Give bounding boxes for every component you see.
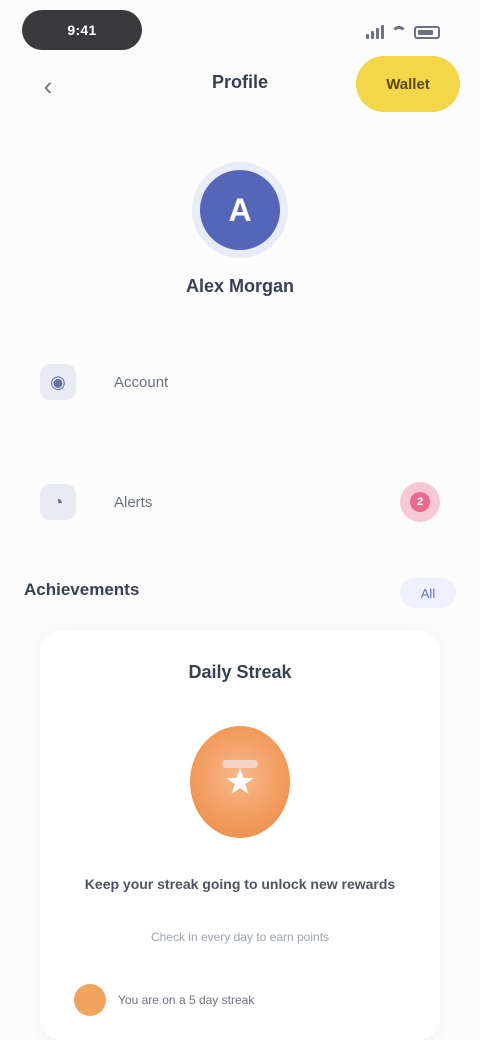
section-title: Achievements	[24, 580, 140, 599]
status-indicators	[366, 22, 440, 42]
card-subtitle: Check in every day to earn points	[150, 930, 330, 944]
trophy-icon: ★	[190, 726, 290, 838]
card-title: Daily Streak	[188, 662, 292, 682]
screen: 9:41 ‹ Profile Wallet A Alex Morgan ◉ Ac…	[0, 0, 480, 1040]
card-footer-text: You are on a 5 day streak	[118, 993, 255, 1007]
avatar[interactable]: A	[200, 170, 280, 250]
card-description: Keep your streak going to unlock new rew…	[84, 876, 396, 892]
notification-badge[interactable]: 2	[400, 482, 440, 522]
person-icon: ◉	[40, 364, 76, 400]
bell-icon: ◔	[40, 484, 76, 520]
status-time: 9:41	[67, 22, 97, 38]
see-all-button[interactable]: All	[400, 578, 456, 608]
card-footer: You are on a 5 day streak	[74, 982, 406, 1018]
wallet-button[interactable]: Wallet	[356, 56, 460, 112]
avatar-initial: A	[228, 191, 252, 228]
streak-card[interactable]: Daily Streak ★ Keep your streak going to…	[40, 630, 440, 1040]
list-item-alerts[interactable]: ◔ Alerts	[40, 474, 440, 530]
profile-name: Alex Morgan	[185, 276, 295, 296]
signal-icon	[366, 25, 384, 39]
list-item-label: Account	[114, 373, 169, 391]
page-title: Profile	[211, 72, 268, 92]
notification-count: 2	[410, 492, 430, 512]
battery-icon	[414, 25, 440, 39]
streak-flame-icon	[74, 984, 106, 1016]
emblem-stripe	[222, 760, 258, 768]
back-button[interactable]: ‹	[28, 66, 68, 106]
see-all-label: All	[420, 585, 436, 601]
wallet-button-label: Wallet	[386, 75, 430, 93]
status-time-pill: 9:41	[22, 10, 142, 50]
list-item-label: Alerts	[114, 493, 153, 511]
chevron-left-icon: ‹	[43, 70, 53, 101]
list-item-account[interactable]: ◉ Account	[40, 354, 440, 410]
wifi-icon	[391, 26, 407, 38]
